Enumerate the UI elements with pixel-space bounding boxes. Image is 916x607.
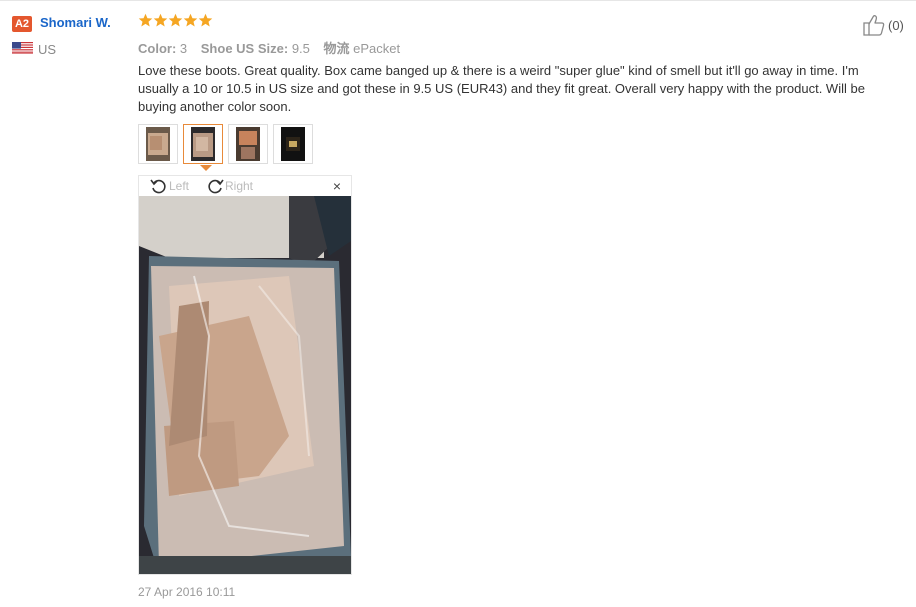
- attr-size-label: Shoe US Size:: [200, 41, 289, 56]
- helpful-button[interactable]: (0): [862, 14, 904, 36]
- rotate-right-button[interactable]: Right: [205, 177, 253, 195]
- reviewer-name[interactable]: Shomari W.: [40, 15, 111, 30]
- reviewer-country: US: [38, 42, 57, 57]
- attr-shipping-label: 物流: [323, 41, 350, 56]
- review-thumbnails: [138, 124, 318, 164]
- selected-thumbnail-caret: [200, 165, 212, 171]
- review-date: 27 Apr 2016 10:11: [138, 585, 236, 599]
- attr-color-value: 3: [179, 41, 188, 56]
- helpful-count: (0): [888, 17, 904, 33]
- viewer-toolbar: Left Right ×: [139, 176, 351, 196]
- rotate-left-label: Left: [169, 179, 190, 193]
- star-rating: [138, 13, 213, 31]
- attr-shipping-value: ePacket: [353, 41, 401, 56]
- thumbnail-photo-1: [146, 127, 170, 161]
- rotate-left-icon: [150, 179, 166, 194]
- star-icon: [138, 13, 153, 27]
- order-attributes: Color: 3 Shoe US Size: 9.5 物流 ePacket: [138, 38, 400, 57]
- thumbnail-photo-4: [281, 127, 305, 161]
- star-icon: [183, 13, 198, 27]
- thumbnail-4[interactable]: [273, 124, 313, 164]
- top-divider: [0, 0, 916, 1]
- image-viewer: Left Right ×: [138, 175, 352, 575]
- star-icon: [153, 13, 168, 27]
- buyer-level-badge: A2: [12, 16, 32, 32]
- star-icon: [198, 13, 213, 27]
- thumbs-up-icon: [863, 15, 885, 36]
- review-text: Love these boots. Great quality. Box cam…: [138, 63, 865, 114]
- thumbnail-1[interactable]: [138, 124, 178, 164]
- rotate-right-icon: [208, 179, 224, 194]
- thumbnail-2[interactable]: [183, 124, 223, 164]
- star-icon: [168, 13, 183, 27]
- rotate-right-label: Right: [225, 179, 254, 193]
- attr-size-value: 9.5: [291, 41, 310, 56]
- close-viewer-button[interactable]: ×: [333, 178, 341, 194]
- thumbnail-photo-3: [236, 127, 260, 161]
- thumbnail-photo-2: [191, 127, 215, 161]
- thumbnail-3[interactable]: [228, 124, 268, 164]
- us-flag-icon: [12, 42, 33, 54]
- rotate-left-button[interactable]: Left: [149, 177, 189, 195]
- attr-color-label: Color:: [138, 41, 177, 56]
- review-photo-large: [139, 196, 351, 574]
